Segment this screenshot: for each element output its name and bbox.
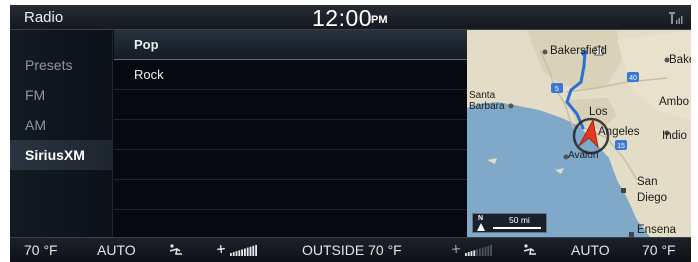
fan-speed-bar	[232, 252, 235, 256]
clock-time: 12:00	[312, 5, 373, 31]
map-label-bake: Bake	[669, 54, 691, 66]
map-label-indio: Indio	[662, 130, 687, 142]
fan-speed-bar	[244, 248, 246, 256]
fan-speed-bar	[487, 245, 490, 256]
map-scale: N 50 mi	[472, 213, 547, 233]
category-list: Pop Rock	[114, 30, 467, 237]
list-item-rock[interactable]: Rock	[114, 60, 467, 90]
list-item-pop[interactable]: Pop	[114, 30, 467, 60]
map-label-avalon: Avalon	[568, 150, 599, 161]
fan-speed-bar	[235, 251, 238, 256]
scale-bar	[493, 227, 541, 229]
left-auto-mode[interactable]: AUTO	[97, 242, 136, 258]
map-label-barbara: Barbara	[469, 101, 505, 112]
fan-speed-bar	[479, 248, 481, 256]
list-item-empty	[114, 150, 467, 180]
scale-label: 50 mi	[509, 215, 530, 225]
right-auto-mode[interactable]: AUTO	[571, 242, 610, 258]
fan-speed-bar	[467, 252, 470, 256]
right-fan-speed[interactable]	[465, 244, 493, 256]
map-label-santa: Santa	[469, 90, 496, 101]
svg-text:15: 15	[617, 143, 625, 150]
fan-speed-bar	[465, 253, 467, 256]
fan-speed-bar	[490, 244, 492, 256]
nav-item-presets[interactable]: Presets	[10, 50, 113, 80]
outside-temp: OUTSIDE 70 °F	[302, 242, 402, 258]
list-item-empty	[114, 90, 467, 120]
fan-speed-bar	[481, 247, 484, 256]
left-temp[interactable]: 70 °F	[24, 242, 58, 258]
map-label-ambo: Ambo	[659, 96, 690, 108]
map-label-los: Los	[589, 106, 608, 118]
list-item-empty	[114, 180, 467, 210]
map-label-san: San	[637, 176, 658, 188]
fan-speed-bar	[470, 251, 473, 256]
nav-item-am[interactable]: AM	[10, 110, 113, 140]
north-arrow-icon	[477, 223, 485, 231]
left-fan-icon	[216, 244, 226, 254]
fan-speed-bar	[255, 244, 257, 256]
map-label-angeles: Angeles	[598, 126, 640, 138]
right-airflow-icon[interactable]	[522, 243, 538, 257]
fan-speed-bar	[252, 245, 255, 256]
fan-speed-bar	[241, 249, 243, 256]
fan-speed-bar	[238, 250, 241, 256]
fan-speed-bar	[249, 246, 252, 256]
map-label-diego: Diego	[637, 192, 668, 204]
right-fan-icon	[451, 244, 461, 254]
fan-speed-bar	[473, 250, 476, 256]
navigation-map[interactable]: 5 40 15 Bakersfield Bake Santa Barbara L…	[467, 30, 691, 237]
fan-speed-bar	[484, 246, 487, 256]
climate-bar: 70 °F AUTO OUTSIDE 70 °F AUTO 70 °F	[10, 237, 691, 262]
status-bar: Radio 12:00 PM	[10, 5, 691, 31]
fan-speed-bar	[476, 249, 478, 256]
map-label-ensena: Ensena	[637, 224, 677, 236]
clock-ampm: PM	[371, 14, 388, 26]
nav-item-fm[interactable]: FM	[10, 80, 113, 110]
source-nav: Presets FM AM SiriusXM	[10, 30, 113, 237]
svg-text:40: 40	[629, 75, 637, 82]
page-title: Radio	[24, 9, 64, 26]
left-fan-speed[interactable]	[230, 244, 258, 256]
signal-strength-icon	[669, 12, 683, 24]
right-temp[interactable]: 70 °F	[642, 242, 676, 258]
fan-speed-bar	[230, 253, 232, 256]
north-label: N	[478, 215, 484, 222]
list-item-empty	[114, 120, 467, 150]
svg-text:5: 5	[555, 86, 559, 93]
nav-item-siriusxm[interactable]: SiriusXM	[10, 140, 113, 170]
left-airflow-icon[interactable]	[168, 243, 184, 257]
fan-speed-bar	[246, 247, 249, 256]
map-label-bakersfield: Bakersfield	[550, 45, 607, 57]
map-canvas: 5 40 15	[467, 30, 691, 237]
infotainment-screen: Radio 12:00 PM Presets FM AM SiriusXM Po…	[10, 5, 691, 262]
